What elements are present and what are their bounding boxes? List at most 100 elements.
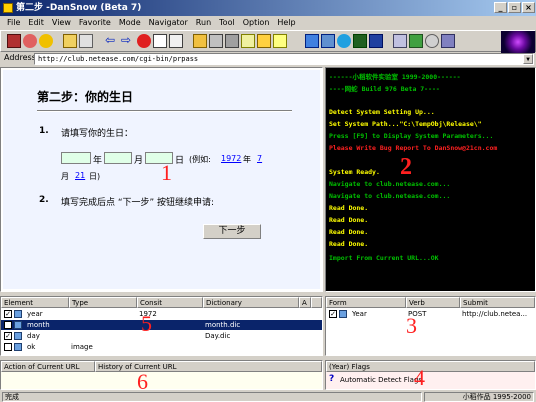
- window-title: 第二步 -DanSnow (Beta 7): [16, 3, 142, 13]
- console-line: Set System Path..."C:\TempObj\Release\": [329, 120, 482, 128]
- column-header-history[interactable]: History of Current URL: [95, 361, 322, 372]
- table-row[interactable]: ✓ month month.dic: [1, 320, 322, 330]
- tools-icon[interactable]: [225, 34, 239, 48]
- cell-element: month: [27, 321, 50, 329]
- pencil-icon[interactable]: [257, 34, 271, 48]
- image-icon[interactable]: [369, 34, 383, 48]
- overlay-number-3: 3: [406, 313, 417, 338]
- month-unit: 月: [134, 156, 144, 166]
- doc-icon[interactable]: [169, 34, 183, 48]
- example-day: 21: [75, 171, 86, 180]
- url-list[interactable]: [1, 372, 322, 389]
- column-header-consit[interactable]: Consit: [137, 297, 203, 308]
- menu-run[interactable]: Run: [192, 16, 215, 30]
- forward-icon[interactable]: ⇨: [121, 34, 135, 48]
- element-icon: [14, 310, 22, 318]
- menu-edit[interactable]: Edit: [24, 16, 48, 30]
- example-month: 7: [257, 154, 263, 163]
- column-header-element[interactable]: Element: [1, 297, 69, 308]
- row-checkbox[interactable]: ✓: [4, 321, 12, 329]
- cell-dictionary: [203, 342, 299, 352]
- grid-icon[interactable]: [305, 34, 319, 48]
- layout-icon[interactable]: [321, 34, 335, 48]
- stop-red-icon[interactable]: [137, 34, 151, 48]
- page-title: 第二步：你的生日: [37, 90, 134, 104]
- step2-number: 2.: [39, 195, 49, 205]
- flags-list[interactable]: ? Automatic Detect Flags: [326, 372, 535, 389]
- step1-text: 请填写你的生日：: [61, 129, 134, 139]
- menu-help[interactable]: Help: [273, 16, 299, 30]
- next-step-button[interactable]: 下一步: [203, 224, 261, 239]
- console-line: Read Done.: [329, 204, 369, 212]
- table-row[interactable]: ✓ year 1972: [1, 309, 322, 319]
- row-checkbox[interactable]: [4, 343, 12, 351]
- cell-dictionary: [203, 309, 299, 319]
- table-row[interactable]: ok image: [1, 342, 322, 352]
- cell-consit: [137, 342, 203, 352]
- refresh-icon[interactable]: [79, 34, 93, 48]
- address-bar: Address http://club.netease.com/cgi-bin/…: [0, 52, 536, 66]
- console-line: Please Write Bug Report To DanSnow@21cn.…: [329, 144, 498, 152]
- settings-icon[interactable]: [39, 34, 53, 48]
- row-checkbox[interactable]: ✓: [4, 332, 12, 340]
- console-line: Read Done.: [329, 228, 369, 236]
- year-input[interactable]: [61, 152, 91, 164]
- cell-form: Year: [352, 310, 367, 318]
- column-header-dictionary[interactable]: Dictionary: [203, 297, 299, 308]
- column-header-submit[interactable]: Submit: [460, 297, 535, 308]
- close-button[interactable]: ×: [522, 2, 535, 13]
- month-input[interactable]: [104, 152, 132, 164]
- cell-element: year: [27, 310, 43, 318]
- save-icon[interactable]: [209, 34, 223, 48]
- page-icon[interactable]: [153, 34, 167, 48]
- console-line: Read Done.: [329, 216, 369, 224]
- menu-file[interactable]: File: [3, 16, 24, 30]
- table-row[interactable]: ✓ day Day.dic: [1, 331, 322, 341]
- check-icon[interactable]: [409, 34, 423, 48]
- menu-view[interactable]: View: [48, 16, 75, 30]
- monitor-icon[interactable]: [393, 34, 407, 48]
- console-line: ------小稻软件实验室 1999-2000------: [329, 73, 461, 81]
- column-header-a[interactable]: A: [299, 297, 311, 308]
- row-checkbox[interactable]: ✓: [4, 310, 12, 318]
- minimize-button[interactable]: _: [494, 2, 507, 13]
- chevron-down-icon[interactable]: ▼: [523, 54, 533, 64]
- column-header-form[interactable]: Form: [326, 297, 406, 308]
- menu-tool[interactable]: Tool: [215, 16, 239, 30]
- stop-icon[interactable]: [23, 34, 37, 48]
- address-value: http://club.netease.com/cgi-bin/prpass: [38, 55, 199, 63]
- table-row[interactable]: ✓ Year POST http://club.netea...: [326, 309, 535, 319]
- folder-icon[interactable]: [63, 34, 77, 48]
- address-label: Address: [4, 53, 36, 62]
- menu-navigator[interactable]: Navigator: [145, 16, 192, 30]
- overlay-number-4: 4: [414, 365, 425, 390]
- back-icon[interactable]: ⇦: [105, 34, 119, 48]
- folder-open-icon[interactable]: [193, 34, 207, 48]
- globe-icon[interactable]: [337, 34, 351, 48]
- column-header-verb[interactable]: Verb: [406, 297, 460, 308]
- web-view: 第二步：你的生日 1. 请填写你的生日： 年 月 日 (例如: 1972 年 7…: [0, 67, 323, 292]
- menu-favorite[interactable]: Favorite: [75, 16, 115, 30]
- flags-item[interactable]: Automatic Detect Flags: [340, 376, 422, 384]
- network-icon[interactable]: [353, 34, 367, 48]
- overlay-number-6: 6: [137, 369, 148, 390]
- link-icon[interactable]: [441, 34, 455, 48]
- note-icon[interactable]: [273, 34, 287, 48]
- address-input[interactable]: http://club.netease.com/cgi-bin/prpass ▼: [34, 53, 534, 65]
- example-day-unit: 日): [89, 172, 101, 181]
- column-header-type[interactable]: Type: [69, 297, 137, 308]
- menu-option[interactable]: Option: [239, 16, 274, 30]
- overlay-number-5: 5: [141, 311, 152, 336]
- copy-icon[interactable]: [241, 34, 255, 48]
- toggle-icon[interactable]: [425, 34, 439, 48]
- maximize-button[interactable]: ▫: [508, 2, 521, 13]
- column-header-action[interactable]: Action of Current URL: [1, 361, 95, 372]
- app-logo: [501, 31, 535, 53]
- element-icon: [14, 332, 22, 340]
- overlay-number-2: 2: [400, 154, 412, 180]
- open-icon[interactable]: [7, 34, 21, 48]
- row-checkbox[interactable]: ✓: [329, 310, 337, 318]
- overlay-number-1: 1: [161, 160, 172, 185]
- example-month-unit: 月: [61, 172, 69, 181]
- menu-mode[interactable]: Mode: [115, 16, 145, 30]
